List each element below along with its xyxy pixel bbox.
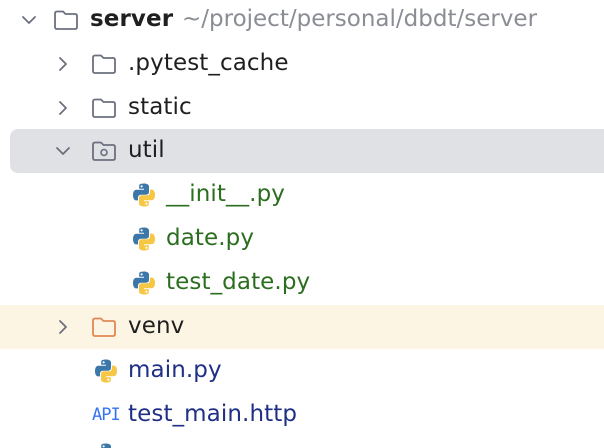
file-name: __init__.py: [166, 181, 285, 207]
chevron-down-icon[interactable]: [19, 10, 39, 30]
tree-row-date-py[interactable]: date.py: [0, 217, 604, 261]
tree-row-server[interactable]: server ~/project/personal/dbdt/server: [0, 0, 604, 42]
python-icon: [130, 181, 158, 209]
python-icon: [92, 441, 120, 448]
tree-row-init-py[interactable]: __init__.py: [0, 173, 604, 217]
api-icon: API: [92, 405, 121, 425]
tree-row-test-date-py[interactable]: test_date.py: [0, 261, 604, 305]
excluded-folder-icon: [90, 313, 118, 341]
file-name: test_date.py: [166, 269, 311, 295]
tree-row-test-main-http[interactable]: API test_main.http: [0, 393, 604, 437]
tree-row-pytest-cache[interactable]: .pytest_cache: [0, 42, 604, 86]
file-name: date.py: [166, 225, 255, 251]
folder-icon: [90, 50, 118, 78]
folder-name: util: [128, 137, 165, 163]
tree-row-main-py[interactable]: main.py: [0, 349, 604, 393]
chevron-down-icon[interactable]: [53, 141, 73, 161]
tree-row-venv[interactable]: venv: [0, 305, 604, 349]
file-name: test_main.http: [128, 401, 298, 427]
root-folder-path: ~/project/personal/dbdt/server: [182, 6, 538, 32]
folder-name: venv: [128, 313, 185, 339]
tree-row-util[interactable]: util: [10, 129, 604, 173]
chevron-right-icon[interactable]: [53, 54, 73, 74]
python-icon: [130, 225, 158, 253]
chevron-right-icon[interactable]: [53, 317, 73, 337]
folder-name: .pytest_cache: [128, 50, 289, 76]
tree-row-static[interactable]: static: [0, 86, 604, 130]
folder-icon: [90, 94, 118, 122]
file-name: main.py: [128, 357, 222, 383]
package-folder-icon: [90, 137, 118, 165]
folder-icon: [52, 6, 80, 34]
project-tree: server ~/project/personal/dbdt/server .p…: [0, 0, 604, 448]
chevron-right-icon[interactable]: [53, 98, 73, 118]
folder-name: static: [128, 94, 192, 120]
root-folder-name: server: [90, 6, 174, 32]
python-icon: [92, 357, 120, 385]
python-icon: [130, 269, 158, 297]
tree-row-partial: [0, 437, 604, 448]
